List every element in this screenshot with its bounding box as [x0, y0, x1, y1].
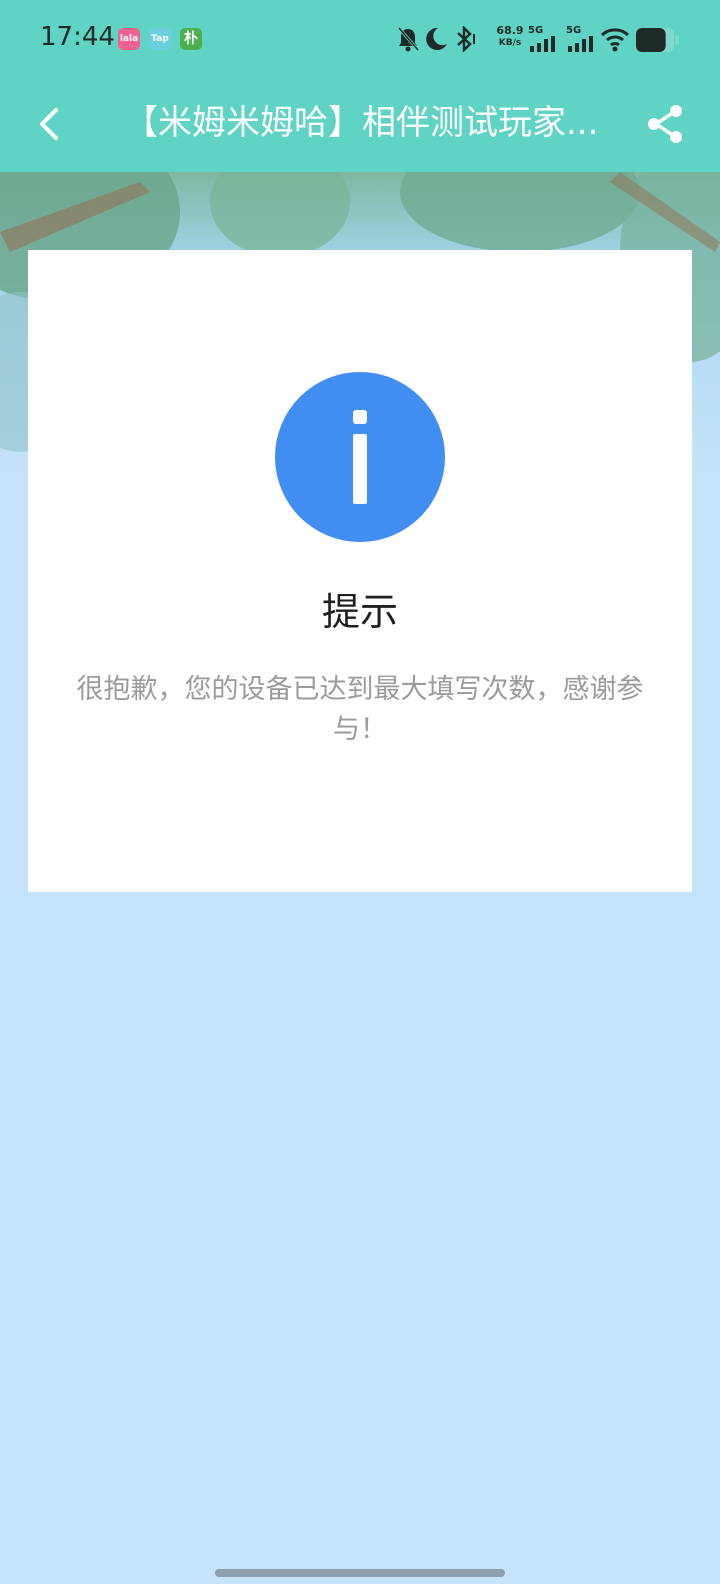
moon-icon — [426, 27, 447, 50]
status-time: 17:44 — [40, 22, 115, 52]
message-card — [28, 250, 692, 892]
back-button[interactable] — [28, 100, 72, 148]
dialog-message: 很抱歉，您的设备已达到最大填写次数，感谢参与！ — [76, 674, 644, 745]
signal-icon — [530, 36, 555, 52]
share-icon — [648, 105, 682, 143]
wifi-icon — [600, 28, 630, 52]
signal-icon — [568, 36, 593, 52]
tap-badge-icon: Tap — [149, 28, 171, 50]
pu-badge-icon: 朴 — [180, 28, 202, 50]
dialog-title: 提示 — [321, 590, 398, 634]
sim2-label: 5G — [566, 25, 582, 36]
mute-icon — [397, 27, 420, 52]
home-indicator[interactable] — [215, 1569, 505, 1577]
share-button[interactable] — [644, 100, 688, 148]
page-title: 【米姆米姆哈】相伴测试玩家... — [124, 103, 599, 143]
info-icon-bar — [353, 434, 367, 504]
battery-icon — [636, 28, 679, 52]
network-speed: 68.9 KB/s — [496, 24, 524, 48]
app-badge-icon: lala — [118, 28, 140, 50]
back-icon — [40, 108, 58, 140]
info-icon-dot — [353, 410, 367, 424]
sim1-label: 5G — [528, 25, 544, 36]
bluetooth-icon — [457, 26, 475, 52]
